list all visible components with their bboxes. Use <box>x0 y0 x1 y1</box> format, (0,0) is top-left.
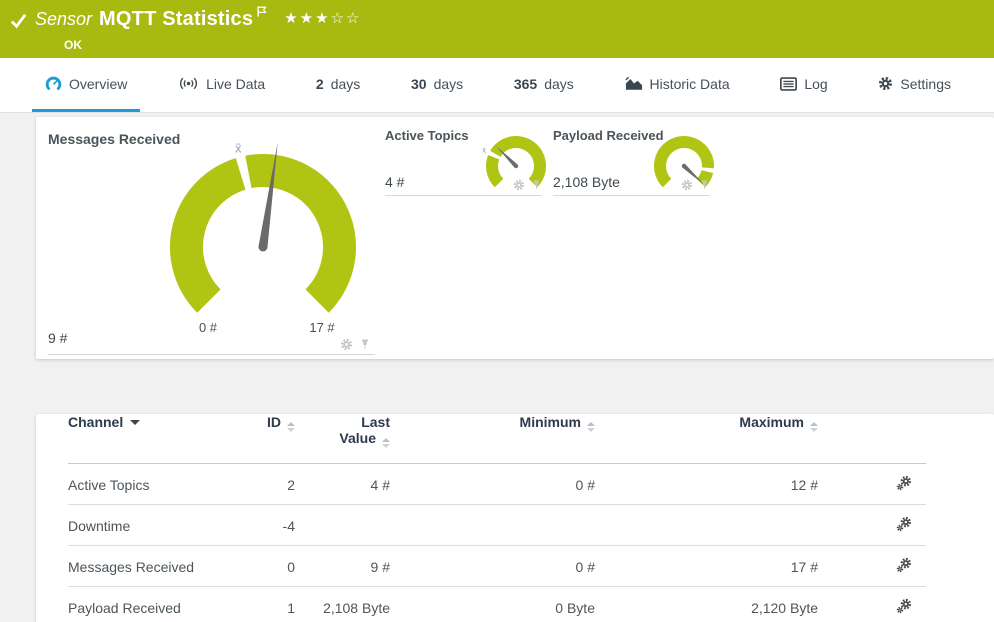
main-content: Messages Received x̄ 0 # 17 # 9 # Active… <box>0 113 994 622</box>
channel-gear-icon[interactable] <box>681 179 693 191</box>
channel-maximum <box>595 505 818 546</box>
prtg-sensor-page: Sensor MQTT Statistics ★★★☆☆ OK Overview… <box>0 0 994 622</box>
channel-id: -4 <box>282 517 295 534</box>
channel-id: 2 <box>287 476 295 493</box>
column-header-actions <box>818 414 926 464</box>
pin-icon[interactable] <box>359 338 371 351</box>
table-row: Payload Received 1 2,108 Byte 0 Byte 2,1… <box>68 587 926 622</box>
channel-last-value <box>295 505 390 546</box>
channel-id: 1 <box>287 599 295 616</box>
sort-icon <box>810 422 818 432</box>
sort-icon <box>382 438 390 448</box>
tab-30-days[interactable]: 30 days <box>398 58 476 112</box>
gauge-min-label: 0 # <box>198 320 218 335</box>
tab-live-data[interactable]: Live Data <box>165 58 278 112</box>
average-marker: x̄ <box>235 140 242 155</box>
broadcast-icon <box>178 76 199 91</box>
channel-gear-icon[interactable] <box>513 179 525 191</box>
log-icon <box>780 76 798 91</box>
table-row: Active Topics 2 4 # 0 # 12 # <box>68 464 926 505</box>
status-badge: OK <box>64 38 82 52</box>
average-marker: x̄ <box>483 146 486 155</box>
channel-minimum: 0 # <box>575 476 595 493</box>
priority-stars[interactable]: ★★★☆☆ <box>284 9 361 27</box>
tab-bar: Overview Live Data 2 days 30 days 365 da… <box>0 58 994 113</box>
gauge-title: Payload Received <box>553 128 664 143</box>
sort-icon <box>287 422 295 432</box>
gauge-icon <box>45 76 62 91</box>
edit-channel-gears-icon[interactable] <box>896 598 912 614</box>
tab-historic-data[interactable]: Historic Data <box>612 58 743 112</box>
gauge-max-label: 17 # <box>309 320 335 335</box>
sort-icon <box>587 422 595 432</box>
column-header-minimum[interactable]: Minimum <box>390 414 595 464</box>
tab-settings[interactable]: Settings <box>865 58 964 112</box>
table-header-row: Channel ID Last Value Minimum Maximum <box>68 414 926 464</box>
channels-card: Channel ID Last Value Minimum Maximum Ac… <box>36 414 994 622</box>
sort-desc-icon <box>130 420 141 425</box>
channel-id: 0 <box>287 558 295 575</box>
page-title: MQTT Statistics <box>99 8 254 30</box>
table-row: Downtime -4 <box>68 505 926 546</box>
table-row: Messages Received 0 9 # 0 # 17 # <box>68 546 926 587</box>
gauge-current-value: 4 # <box>385 174 405 190</box>
channel-gear-icon[interactable] <box>340 338 353 351</box>
channel-last-value: 9 # <box>370 558 390 575</box>
sensor-header: Sensor MQTT Statistics ★★★☆☆ OK <box>0 0 994 58</box>
channel-maximum: 2,120 Byte <box>751 599 818 616</box>
tab-overview[interactable]: Overview <box>32 58 141 112</box>
tab-365-days[interactable]: 365 days <box>501 58 587 112</box>
gear-icon <box>878 76 893 91</box>
gauge-current-value: 9 # <box>48 330 68 346</box>
channel-minimum: 0 # <box>575 558 595 575</box>
channel-last-value: 4 # <box>370 476 390 493</box>
tab-log[interactable]: Log <box>767 58 840 112</box>
channel-minimum <box>390 505 595 546</box>
channel-name: Payload Received <box>68 599 181 616</box>
column-header-maximum[interactable]: Maximum <box>595 414 818 464</box>
channels-table: Channel ID Last Value Minimum Maximum Ac… <box>68 414 926 622</box>
gauge-current-value: 2,108 Byte <box>553 174 620 190</box>
gauges-card: Messages Received x̄ 0 # 17 # 9 # Active… <box>36 117 994 359</box>
gauge-title: Active Topics <box>385 128 469 143</box>
status-check-icon <box>9 11 28 35</box>
area-chart-icon <box>624 76 643 91</box>
pin-icon[interactable] <box>531 179 542 191</box>
channel-maximum: 12 # <box>790 476 818 493</box>
priority-flag-icon[interactable] <box>256 5 268 23</box>
sensor-title-block: Sensor MQTT Statistics ★★★☆☆ OK <box>35 5 361 52</box>
edit-channel-gears-icon[interactable] <box>896 516 912 532</box>
channel-last-value: 2,108 Byte <box>323 599 390 616</box>
column-header-last-value[interactable]: Last Value <box>295 414 390 464</box>
pin-icon[interactable] <box>699 179 710 191</box>
gauge-payload-received: Payload Received x̄ 2,108 Byte <box>553 128 714 196</box>
channel-minimum: 0 Byte <box>555 599 595 616</box>
messages-received-gauge[interactable]: x̄ <box>147 135 379 353</box>
edit-channel-gears-icon[interactable] <box>896 557 912 573</box>
channel-name: Messages Received <box>68 558 195 575</box>
gauge-active-topics: Active Topics x̄ 4 # <box>385 128 546 196</box>
gauge-messages-received: Messages Received x̄ 0 # 17 # 9 # <box>48 127 375 355</box>
channel-name: Downtime <box>68 517 131 534</box>
channel-name: Active Topics <box>68 476 150 493</box>
column-header-id[interactable]: ID <box>230 414 295 464</box>
channel-maximum: 17 # <box>790 558 818 575</box>
sensor-type-label: Sensor <box>35 9 93 29</box>
tab-2-days[interactable]: 2 days <box>303 58 373 112</box>
edit-channel-gears-icon[interactable] <box>896 475 912 491</box>
column-header-channel[interactable]: Channel <box>68 414 230 464</box>
